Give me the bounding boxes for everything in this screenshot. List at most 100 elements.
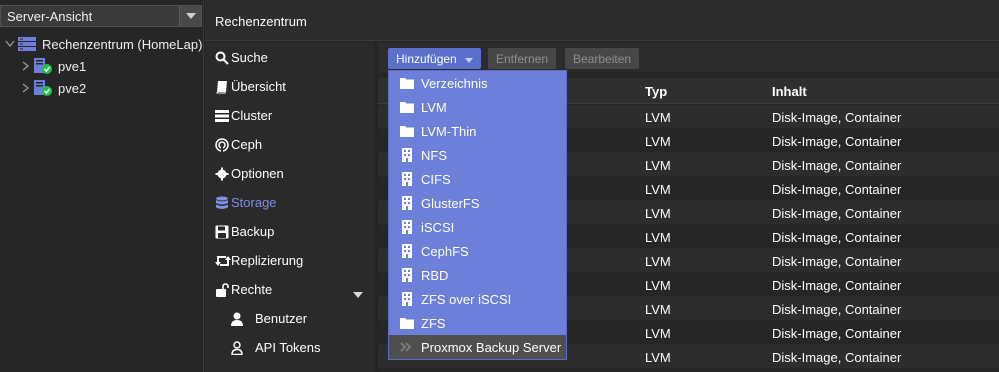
search-icon — [205, 51, 231, 65]
cell-inhalt: Disk-Image, Container — [772, 302, 902, 317]
add-button[interactable]: Hinzufügen — [388, 48, 481, 69]
nav-item-optionen[interactable]: Optionen — [205, 159, 375, 188]
edit-button-label: Bearbeiten — [573, 51, 632, 66]
cell-inhalt: Disk-Image, Container — [772, 110, 902, 125]
cell-inhalt: Disk-Image, Container — [772, 326, 902, 341]
nav-item-api-tokens[interactable]: API Tokens — [205, 333, 375, 362]
cell-typ: LVM — [645, 230, 671, 245]
cell-typ: LVM — [645, 302, 671, 317]
building-icon — [389, 196, 421, 210]
cell-inhalt: Disk-Image, Container — [772, 230, 902, 245]
nav-item-rechte[interactable]: Rechte — [205, 275, 375, 304]
menu-item-label: CephFS — [421, 243, 469, 259]
menu-item-zfs-over-iscsi[interactable]: ZFS over iSCSI — [389, 287, 566, 311]
menu-item-label: LVM-Thin — [421, 123, 477, 139]
menu-item-verzeichnis[interactable]: Verzeichnis — [389, 71, 566, 95]
menu-item-iscsi[interactable]: iSCSI — [389, 215, 566, 239]
nav-item-uebersicht[interactable]: Übersicht — [205, 72, 375, 101]
menu-item-zfs[interactable]: ZFS — [389, 311, 566, 335]
nav-item-replizierung[interactable]: Replizierung — [205, 246, 375, 275]
menu-item-nfs[interactable]: NFS — [389, 143, 566, 167]
book-icon — [205, 80, 231, 94]
resource-tree-panel: Server-Ansicht Rechenzentrum (HomeLap) p… — [0, 0, 204, 372]
database-icon — [205, 196, 231, 210]
cell-typ: LVM — [645, 182, 671, 197]
menu-item-label: GlusterFS — [421, 195, 480, 211]
nav-item-label: Cluster — [231, 108, 273, 123]
tree-item-node[interactable]: pve2 — [20, 78, 86, 98]
menu-item-cifs[interactable]: CIFS — [389, 167, 566, 191]
menu-item-label: RBD — [421, 267, 449, 283]
menu-item-rbd[interactable]: RBD — [389, 263, 566, 287]
cell-inhalt: Disk-Image, Container — [772, 350, 902, 365]
chevron-down-icon[interactable] — [179, 6, 201, 26]
expand-icon[interactable] — [20, 82, 32, 94]
cell-typ: LVM — [645, 110, 671, 125]
nav-item-backup[interactable]: Backup — [205, 217, 375, 246]
server-online-icon — [32, 79, 54, 97]
nav-item-label: Backup — [231, 224, 275, 239]
nav-item-label: Replizierung — [231, 253, 304, 268]
column-header-typ[interactable]: Typ — [645, 84, 667, 99]
cell-typ: LVM — [645, 326, 671, 341]
menu-item-cephfs[interactable]: CephFS — [389, 239, 566, 263]
cell-inhalt: Disk-Image, Container — [772, 134, 902, 149]
cell-typ: LVM — [645, 158, 671, 173]
server-online-icon — [32, 57, 54, 75]
user-outline-icon — [205, 340, 255, 355]
cell-typ: LVM — [645, 278, 671, 293]
cell-typ: LVM — [645, 350, 671, 365]
page-header: Rechenzentrum — [205, 0, 999, 41]
column-header-inhalt[interactable]: Inhalt — [772, 84, 807, 99]
menu-item-label: ZFS — [421, 315, 446, 331]
add-storage-menu: Verzeichnis LVM LVM-Thin NFS CIFS GlusterFS iS… — [388, 70, 567, 360]
cell-typ: LVM — [645, 134, 671, 149]
building-icon — [389, 172, 421, 186]
nav-item-ceph[interactable]: Ceph — [205, 130, 375, 159]
tree-item-datacenter[interactable]: Rechenzentrum (HomeLap) — [4, 34, 202, 54]
menu-item-label: LVM — [421, 99, 447, 115]
nav-item-label: API Tokens — [255, 340, 321, 355]
menu-item-lvm[interactable]: LVM — [389, 95, 566, 119]
nav-item-storage[interactable]: Storage — [205, 188, 375, 217]
ceph-icon — [205, 137, 231, 152]
menu-item-label: NFS — [421, 147, 447, 163]
datacenter-icon — [16, 35, 38, 53]
menu-item-label: CIFS — [421, 171, 451, 187]
nav-item-label: Rechte — [231, 282, 273, 297]
folder-icon — [389, 101, 421, 113]
building-icon — [389, 148, 421, 162]
floppy-icon — [205, 225, 231, 239]
chevron-down-icon — [464, 52, 473, 66]
menu-item-lvm-thin[interactable]: LVM-Thin — [389, 119, 566, 143]
cell-inhalt: Disk-Image, Container — [772, 182, 902, 197]
folder-icon — [389, 125, 421, 137]
cell-inhalt: Disk-Image, Container — [772, 254, 902, 269]
menu-item-label: iSCSI — [421, 219, 455, 235]
expand-icon[interactable] — [20, 60, 32, 72]
menu-item-label: Proxmox Backup Server — [421, 339, 562, 355]
view-select[interactable]: Server-Ansicht — [0, 5, 202, 27]
cell-inhalt: Disk-Image, Container — [772, 158, 902, 173]
remove-button-label: Entfernen — [496, 51, 549, 66]
nav-item-benutzer[interactable]: Benutzer — [205, 304, 375, 333]
cell-typ: LVM — [645, 254, 671, 269]
collapse-icon[interactable] — [4, 38, 16, 50]
tree-item-label: pve2 — [58, 80, 87, 96]
caret-down-icon[interactable] — [353, 286, 363, 301]
folder-icon — [389, 317, 421, 329]
page-title: Rechenzentrum — [215, 14, 307, 29]
remove-button[interactable]: Entfernen — [488, 48, 557, 69]
server-stack-icon — [205, 109, 231, 123]
retweet-icon — [205, 254, 231, 268]
edit-button[interactable]: Bearbeiten — [565, 48, 640, 69]
menu-item-proxmox-backup-server[interactable]: Proxmox Backup Server — [389, 335, 566, 359]
building-icon — [389, 244, 421, 258]
tree-item-node[interactable]: pve1 — [20, 56, 86, 76]
menu-item-glusterfs[interactable]: GlusterFS — [389, 191, 566, 215]
menu-item-label: Verzeichnis — [421, 75, 488, 91]
nav-item-cluster[interactable]: Cluster — [205, 101, 375, 130]
nav-item-label: Storage — [231, 195, 277, 210]
cell-inhalt: Disk-Image, Container — [772, 278, 902, 293]
nav-item-suche[interactable]: Suche — [205, 43, 375, 72]
